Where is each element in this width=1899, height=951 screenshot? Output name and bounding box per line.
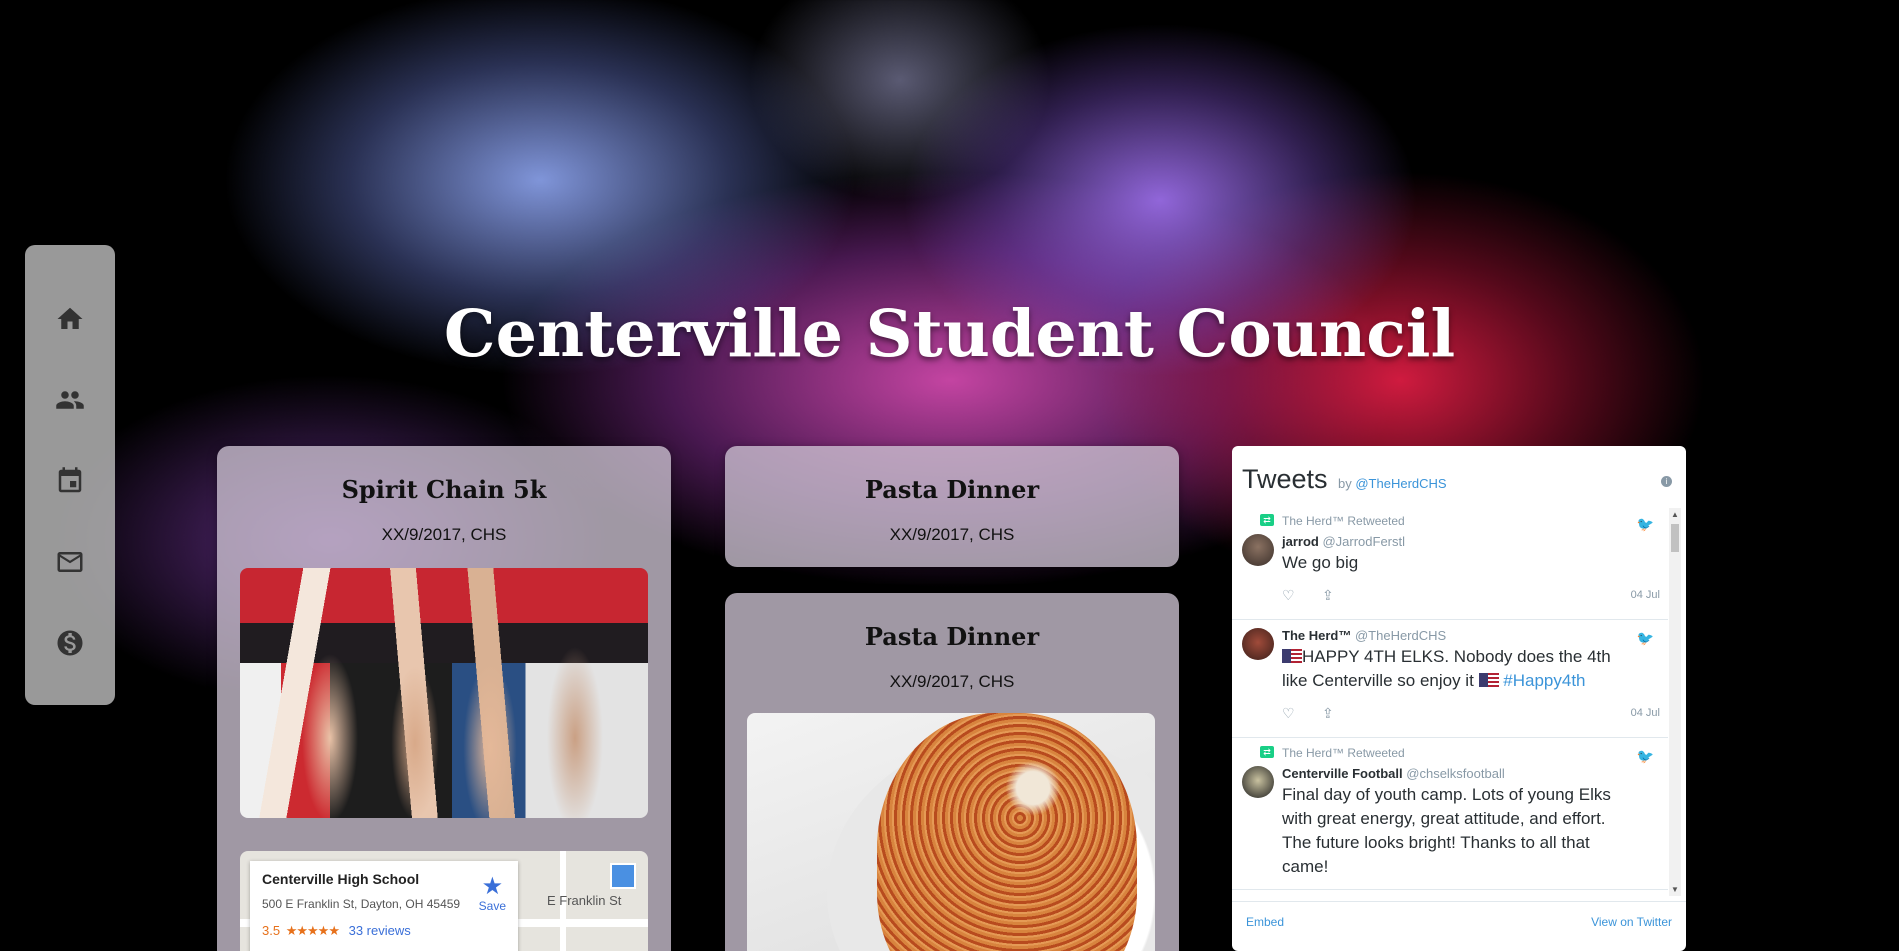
tweet-date[interactable]: 04 Jul: [1631, 707, 1660, 719]
event-title: Pasta Dinner: [864, 475, 1040, 504]
event-title: Spirit Chain 5k: [341, 475, 547, 504]
nav-mail[interactable]: [46, 538, 94, 586]
scroll-down-icon[interactable]: ▼: [1671, 885, 1679, 894]
like-heart-icon[interactable]: ♡: [1282, 705, 1295, 722]
timeline-by: by: [1338, 476, 1352, 491]
retweet-indicator: ⇄ The Herd™ Retweeted: [1260, 746, 1628, 760]
twitter-bird-icon[interactable]: 🐦: [1637, 630, 1654, 647]
tweet-text: We go big: [1282, 553, 1359, 572]
event-date-location: XX/9/2017, CHS: [381, 525, 507, 544]
like-heart-icon[interactable]: ♡: [1282, 587, 1295, 604]
calendar-icon: [58, 467, 82, 493]
scroll-thumb[interactable]: [1671, 524, 1679, 552]
dollar-icon: [57, 630, 83, 656]
people-icon: [56, 391, 84, 409]
tweet-text: HAPPY 4TH ELKS. Nobody does the 4th like…: [1282, 647, 1611, 690]
retweet-icon: ⇄: [1260, 746, 1274, 758]
tweet-item[interactable]: 🐦 ⇄ The Herd™ Retweeted jarrod @JarrodFer…: [1232, 506, 1668, 620]
mail-icon: [57, 552, 83, 572]
retweet-icon: ⇄: [1260, 514, 1274, 526]
twitter-bird-icon[interactable]: 🐦: [1637, 516, 1654, 533]
nav-people[interactable]: [46, 376, 94, 424]
tweet-text: Final day of youth camp. Lots of young E…: [1282, 785, 1611, 876]
tweet-item[interactable]: 🐦 ⇄ The Herd™ Retweeted Centerville Footb…: [1232, 738, 1668, 890]
tweet-list-scrollbar[interactable]: ▲ ▼: [1669, 508, 1681, 896]
sidebar-nav: [25, 245, 115, 705]
avatar[interactable]: [1242, 628, 1274, 660]
reviews-link[interactable]: 33 reviews: [349, 923, 411, 938]
tweet-author[interactable]: Centerville Football @chselksfootball: [1282, 766, 1628, 781]
nav-home[interactable]: [46, 295, 94, 343]
tweet-author[interactable]: jarrod @JarrodFerstl: [1282, 534, 1628, 549]
tweet-author[interactable]: The Herd™ @TheHerdCHS: [1282, 628, 1628, 643]
embed-link[interactable]: Embed: [1246, 915, 1284, 929]
us-flag-icon: [1282, 649, 1302, 663]
tweet-item[interactable]: 🐦 The Herd™ @TheHerdCHS HAPPY 4TH ELKS. …: [1232, 620, 1668, 738]
twitter-bird-icon[interactable]: 🐦: [1637, 748, 1654, 765]
timeline-handle-link[interactable]: @TheHerdCHS: [1355, 476, 1446, 491]
share-icon[interactable]: ⇪: [1322, 705, 1334, 722]
twitter-timeline: Tweets by @TheHerdCHS i 🐦 ⇄ The Herd™ Ret…: [1232, 446, 1686, 951]
tweet-date[interactable]: 04 Jul: [1631, 589, 1660, 601]
event-card-pasta-dinner: Pasta Dinner XX/9/2017, CHS: [725, 446, 1179, 567]
event-title: Pasta Dinner: [864, 622, 1040, 651]
nav-donate[interactable]: [46, 619, 94, 667]
tweet-list[interactable]: 🐦 ⇄ The Herd™ Retweeted jarrod @JarrodFer…: [1232, 506, 1668, 896]
map-save-label: Save: [478, 899, 506, 913]
view-on-twitter-link[interactable]: View on Twitter: [1591, 915, 1672, 929]
rating-value: 3.5: [262, 923, 281, 938]
map-rating: 3.5 ★★★★★ 33 reviews: [262, 923, 506, 939]
timeline-footer: Embed View on Twitter: [1232, 901, 1686, 951]
timeline-header: Tweets by @TheHerdCHS: [1242, 464, 1447, 495]
map-street-label: E Franklin St: [547, 893, 622, 908]
map-save-button[interactable]: ★ Save: [478, 873, 506, 914]
scroll-up-icon[interactable]: ▲: [1671, 510, 1679, 519]
spaghetti-photo: [747, 713, 1155, 951]
rating-stars-icon: ★★★★★: [285, 923, 340, 938]
event-card-pasta-dinner-photo: Pasta Dinner XX/9/2017, CHS: [725, 593, 1179, 951]
home-icon: [57, 307, 83, 329]
info-icon[interactable]: i: [1661, 476, 1672, 487]
street-view-pegman-icon[interactable]: [610, 863, 636, 889]
hashtag-link[interactable]: #Happy4th: [1503, 671, 1585, 690]
avatar[interactable]: [1242, 766, 1274, 798]
page-title: Centerville Student Council: [443, 296, 1456, 372]
share-icon[interactable]: ⇪: [1322, 587, 1334, 604]
us-flag-icon: [1478, 673, 1499, 687]
runners-photo: [240, 568, 648, 818]
retweet-indicator: ⇄ The Herd™ Retweeted: [1260, 514, 1628, 528]
timeline-title: Tweets: [1242, 464, 1328, 494]
avatar[interactable]: [1242, 534, 1274, 566]
map-place-address: 500 E Franklin St, Dayton, OH 45459: [262, 897, 461, 911]
nav-calendar[interactable]: [46, 457, 94, 505]
event-card-spirit-chain: Spirit Chain 5k XX/9/2017, CHS E Frankli…: [217, 446, 671, 951]
event-date-location: XX/9/2017, CHS: [889, 525, 1015, 544]
map-place-card: Centerville High School 500 E Franklin S…: [250, 861, 518, 951]
event-date-location: XX/9/2017, CHS: [889, 672, 1015, 691]
star-icon: ★: [481, 873, 504, 900]
map-embed[interactable]: E Franklin St Centerville High School 50…: [240, 851, 648, 951]
map-place-name: Centerville High School: [262, 871, 420, 887]
